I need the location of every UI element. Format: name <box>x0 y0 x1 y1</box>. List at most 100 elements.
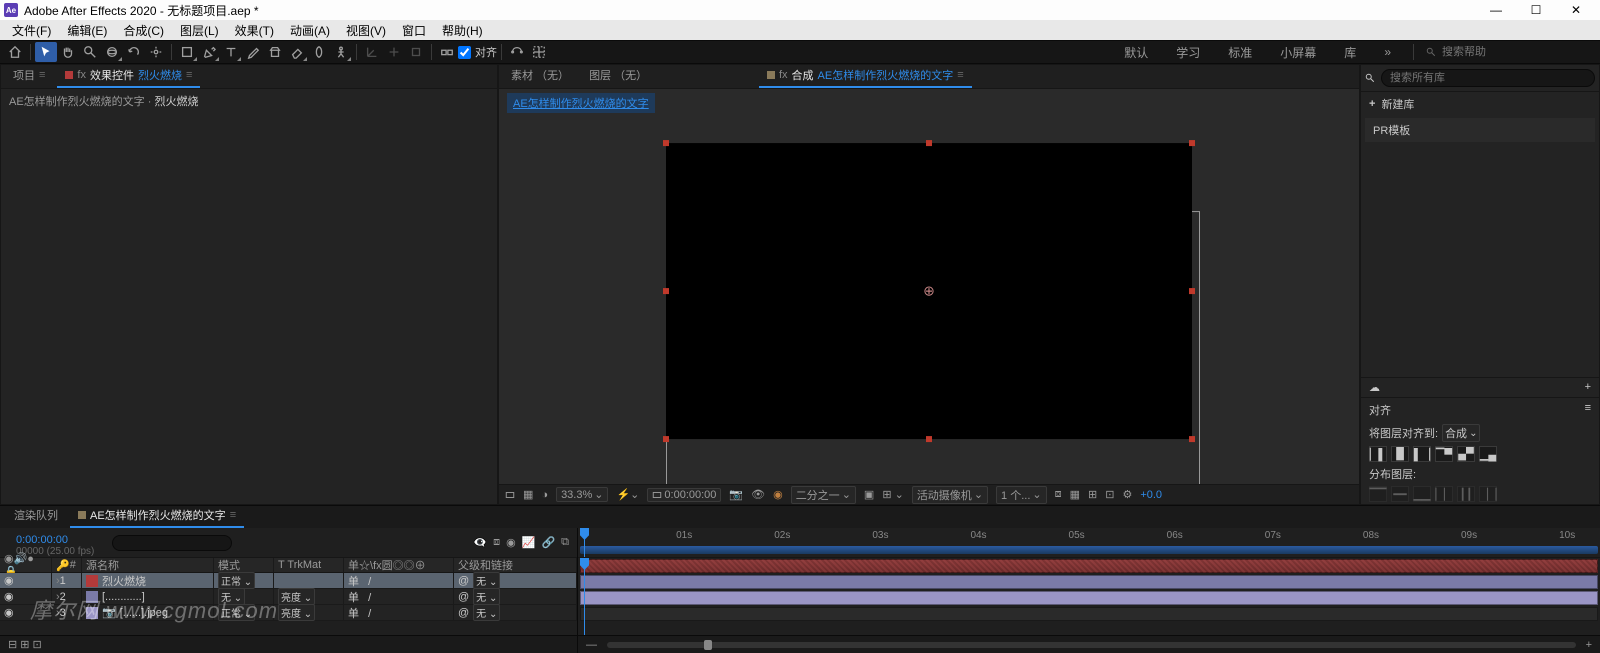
timeline-layer-row[interactable]: ◉ › 1烈火燃烧正常 ⌄单 / @ 无 ⌄ <box>0 573 577 589</box>
draft-3d-toggle[interactable]: 🔗 <box>541 536 555 549</box>
layer-bar-2[interactable] <box>580 575 1598 589</box>
search-help-input[interactable] <box>1442 46 1562 58</box>
minimize-button[interactable]: — <box>1476 0 1516 20</box>
zoom-dropdown[interactable]: 33.3% ⌄ <box>556 487 608 502</box>
show-snapshot[interactable]: 👁 <box>751 488 765 501</box>
hand-tool[interactable] <box>57 42 79 62</box>
snap-icon[interactable] <box>436 42 458 62</box>
timeline-layer-row[interactable]: ◉ › 2[............]无 ⌄亮度 ⌄单 / @ 无 ⌄ <box>0 589 577 605</box>
view-layout-dropdown[interactable]: 1 个... ⌄ <box>996 486 1047 504</box>
fast-preview-toggle[interactable]: ▦ <box>1070 488 1080 501</box>
timecode-display[interactable]: 0:00:00:00 <box>647 488 721 502</box>
resize-handle[interactable] <box>926 436 932 442</box>
orbit-tool[interactable] <box>101 42 123 62</box>
time-ruler[interactable]: 01s02s03s04s05s06s07s08s09s10s <box>578 528 1600 558</box>
camera-dropdown[interactable]: 活动摄像机 ⌄ <box>912 486 988 504</box>
playhead-line[interactable] <box>584 558 585 635</box>
resize-handle[interactable] <box>1189 436 1195 442</box>
home-button[interactable] <box>4 42 26 62</box>
menu-layer[interactable]: 图层(L) <box>172 20 227 41</box>
align-bottom[interactable]: ▁▄ <box>1479 446 1497 462</box>
flowchart-toggle[interactable]: ⊡ <box>1105 488 1114 501</box>
rectangle-tool[interactable] <box>176 42 198 62</box>
world-axis-tool[interactable] <box>383 42 405 62</box>
close-button[interactable]: ✕ <box>1556 0 1596 20</box>
workspace-default[interactable]: 默认 <box>1114 44 1158 61</box>
playhead[interactable] <box>584 528 585 557</box>
menu-composition[interactable]: 合成(C) <box>115 20 172 41</box>
menu-icon[interactable]: ≡ <box>230 509 236 521</box>
menu-icon[interactable]: ≡ <box>186 69 192 81</box>
resolution-dropdown[interactable]: 二分之一 ⌄ <box>791 486 856 504</box>
snap-checkbox[interactable] <box>458 46 471 59</box>
pixel-aspect[interactable]: ⧈ <box>1055 488 1062 501</box>
clone-tool[interactable] <box>264 42 286 62</box>
toggle-switches[interactable]: ⊟ ⊞ ⊡ <box>8 638 42 651</box>
timeline-search-input[interactable] <box>112 535 232 551</box>
fast-preview[interactable]: ⚡⌄ <box>616 488 639 501</box>
library-item[interactable]: PR模板 <box>1365 118 1595 142</box>
roto-tool[interactable] <box>308 42 330 62</box>
maximize-button[interactable]: ☐ <box>1516 0 1556 20</box>
col-switches[interactable]: 单☆\fx圆◎◎⊕ <box>344 558 454 572</box>
resize-handle[interactable] <box>1189 288 1195 294</box>
workspace-overflow[interactable]: » <box>1374 45 1401 59</box>
tab-project[interactable]: 项目≡ <box>5 64 53 88</box>
align-right[interactable]: ▌▕ <box>1413 446 1431 462</box>
snapshot-button[interactable]: 📷 <box>729 488 743 501</box>
resize-handle[interactable] <box>1189 140 1195 146</box>
snap-toggle[interactable]: 对齐 <box>458 44 497 60</box>
timeline-tracks[interactable] <box>578 558 1600 635</box>
zoom-out-button[interactable]: — <box>586 639 597 651</box>
resize-handle[interactable] <box>926 140 932 146</box>
library-search-input[interactable] <box>1381 69 1595 87</box>
menu-icon[interactable]: ≡ <box>957 69 963 81</box>
timeline-toggle[interactable]: ⊞ <box>1088 488 1097 501</box>
search-help[interactable] <box>1426 46 1596 58</box>
zoom-slider[interactable] <box>607 642 1576 648</box>
shy-toggle[interactable]: 👁‍🗨 <box>473 536 487 549</box>
new-library-button[interactable]: + 新建库 <box>1361 92 1599 116</box>
menu-file[interactable]: 文件(F) <box>4 20 59 41</box>
frame-blend-toggle[interactable]: ⧈ <box>493 536 500 549</box>
motion-blur-toggle[interactable]: ◉ <box>506 536 516 549</box>
mask-toggle[interactable]: ◑ <box>541 489 548 501</box>
eraser-tool[interactable] <box>286 42 308 62</box>
resize-handle[interactable] <box>663 140 669 146</box>
puppet-tool[interactable] <box>330 42 352 62</box>
panel-menu-icon[interactable]: ≡ <box>1585 402 1591 418</box>
cloud-sync-icon[interactable]: ☁ <box>1369 381 1380 394</box>
col-parent[interactable]: 父级和链接 <box>454 558 577 572</box>
menu-edit[interactable]: 编辑(E) <box>59 20 115 41</box>
grid-toggle[interactable]: ⊞ ⌄ <box>882 488 904 501</box>
color-mgmt[interactable]: ◉ <box>773 488 783 501</box>
tab-render-queue[interactable]: 渲染队列 <box>6 504 66 528</box>
col-number[interactable]: # <box>70 559 76 571</box>
zoom-in-button[interactable]: + <box>1586 639 1592 651</box>
align-hcenter[interactable]: ▐▌ <box>1391 446 1409 462</box>
alpha-toggle[interactable] <box>505 490 515 500</box>
layer-bar-1[interactable] <box>580 559 1598 573</box>
workspace-standard[interactable]: 标准 <box>1218 44 1262 61</box>
anchor-tool[interactable] <box>145 42 167 62</box>
tab-composition[interactable]: fx 合成 AE怎样制作烈火燃烧的文字 ≡ <box>759 64 972 88</box>
col-source[interactable]: 源名称 <box>82 558 214 572</box>
tab-layer[interactable]: 图层 （无） <box>581 64 655 88</box>
selected-layer-bounds[interactable]: ⊕ <box>666 143 1192 439</box>
workspace-library[interactable]: 库 <box>1334 44 1366 61</box>
align-vcenter[interactable]: ▄▀ <box>1457 446 1475 462</box>
tab-timeline-comp[interactable]: AE怎样制作烈火燃烧的文字 ≡ <box>70 504 244 528</box>
graph-editor-toggle[interactable]: 📈 <box>522 536 536 549</box>
brainstorm-toggle[interactable]: ⧉ <box>561 536 569 549</box>
brush-tool[interactable] <box>242 42 264 62</box>
workspace-learn[interactable]: 学习 <box>1166 44 1210 61</box>
transparency-grid[interactable]: ▦ <box>523 488 533 501</box>
timeline-layer-row[interactable]: ◉ › 3📷 [......].jpeg正常 ⌄亮度 ⌄单 / @ 无 ⌄ <box>0 605 577 621</box>
col-trkmat[interactable]: T TrkMat <box>274 558 344 572</box>
col-mode[interactable]: 模式 <box>214 558 274 572</box>
resize-handle[interactable] <box>663 288 669 294</box>
zoom-tool[interactable] <box>79 42 101 62</box>
menu-help[interactable]: 帮助(H) <box>434 20 491 41</box>
workspace-small[interactable]: 小屏幕 <box>1270 44 1326 61</box>
roi-toggle[interactable]: ▣ <box>864 488 874 501</box>
